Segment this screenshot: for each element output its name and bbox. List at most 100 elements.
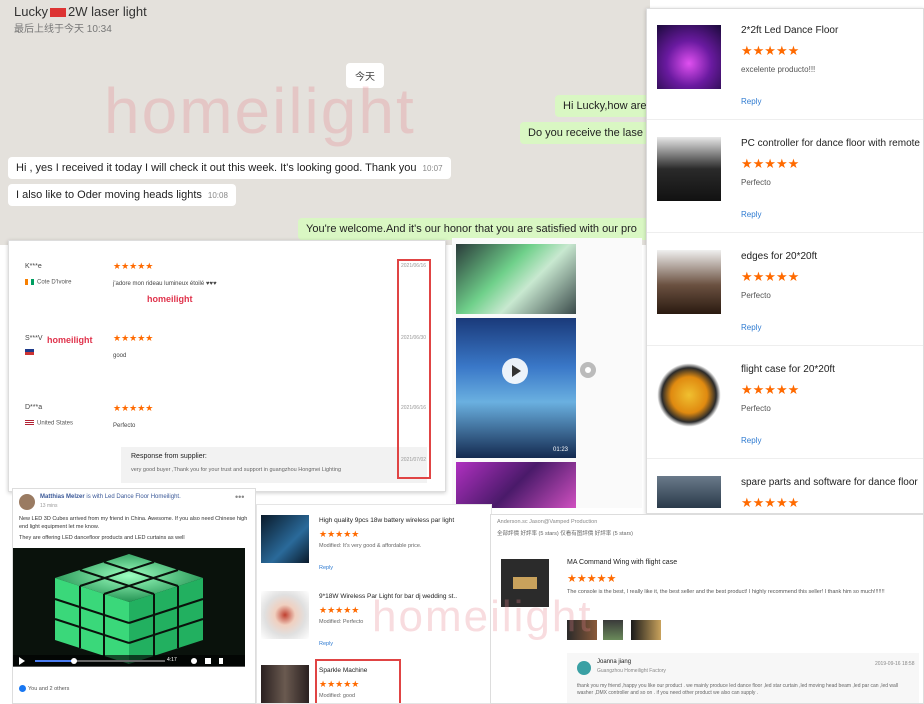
product-title[interactable]: edges for 20*20ft (741, 251, 817, 262)
venue-photo[interactable] (456, 244, 576, 314)
rating-stars: ★★★★★ (113, 333, 154, 343)
facebook-post: Matthias Melzer is with Led Dance Floor … (12, 488, 256, 704)
product-title[interactable]: 2*2ft Led Dance Floor (741, 25, 838, 36)
reviewer-name: S***V (25, 335, 43, 342)
play-icon[interactable] (19, 657, 25, 665)
seek-handle[interactable] (71, 658, 77, 664)
product-thumbnail[interactable] (657, 363, 721, 427)
chat-header[interactable]: Lucky 2W laser light 最后上线于今天 10:34 (0, 0, 650, 42)
reply-link[interactable]: Reply (741, 210, 761, 219)
message-bubble[interactable]: I also like to Oder moving heads lights 1… (8, 184, 236, 206)
rating-stars: ★★★★★ (113, 403, 154, 413)
divider (647, 119, 923, 120)
reviewer-country: United States (25, 420, 73, 427)
avatar[interactable] (19, 494, 35, 510)
flag-icon (25, 349, 34, 355)
product-title[interactable]: High quality 9pcs 18w battery wireless p… (319, 517, 454, 524)
message-text: You're welcome.And it's our honor that y… (306, 223, 637, 235)
product-title[interactable]: PC controller for dance floor with remot… (741, 138, 920, 149)
product-thumbnail[interactable] (657, 476, 721, 508)
highlight-box (315, 659, 401, 703)
reviewer-name: K***e (25, 263, 42, 270)
supplier-response-title: Response from supplier: (131, 453, 207, 460)
message-bubble[interactable]: Do you receive the lase (520, 122, 650, 144)
review-photo[interactable] (603, 620, 623, 640)
reply-link[interactable]: Reply (741, 97, 761, 106)
message-text: I also like to Oder moving heads lights (16, 189, 202, 201)
rating-stars: ★★★★★ (741, 156, 800, 171)
reply-link[interactable]: Reply (319, 565, 333, 571)
message-text: Do you receive the lase (528, 127, 643, 139)
review-text: good (113, 353, 127, 359)
watermark: homeilight (104, 75, 416, 147)
play-icon[interactable] (502, 358, 528, 384)
product-title[interactable]: spare parts and software for dance floor (741, 477, 918, 488)
rating-stars: ★★★★★ (741, 269, 800, 284)
video-controls: 4:17 (13, 655, 245, 667)
reply-link[interactable]: Reply (319, 641, 333, 647)
contact-name: Lucky (14, 4, 48, 19)
reply-link[interactable]: Reply (741, 436, 761, 445)
message-text: Hi , yes I received it today I will chec… (16, 162, 417, 174)
product-thumbnail[interactable] (261, 591, 309, 639)
chat-window: Lucky 2W laser light 最后上线于今天 10:34 今天 hom… (0, 0, 650, 245)
rating-stars: ★★★★★ (113, 261, 154, 271)
record-icon[interactable] (580, 362, 596, 378)
reviewer-country (25, 349, 37, 356)
buyer-reviews-card: K***e Cote D'Ivoire ★★★★★ j'adore mon ri… (8, 240, 446, 492)
country-name: United States (37, 420, 74, 427)
message-text: Hi Lucky,how are (563, 100, 647, 112)
installation-photos (452, 238, 642, 508)
product-title[interactable]: MA Command Wing with flight case (567, 559, 677, 566)
reply-text: thank you my friend ,happy you like our … (577, 683, 899, 696)
like-icon (19, 685, 26, 692)
reply-date: 2019-09-16 18:58 (875, 661, 915, 667)
product-review-list: 2*2ft Led Dance Floor ★★★★★ excelente pr… (646, 8, 924, 514)
avatar (577, 661, 591, 675)
review-text: Perfecto (741, 178, 771, 187)
post-video[interactable] (13, 548, 245, 666)
reactions[interactable]: You and 2 others (19, 685, 69, 692)
rating-stars: ★★★★★ (741, 43, 800, 58)
post-author[interactable]: Matthias Melzer is with Led Dance Floor … (40, 494, 181, 500)
message-bubble[interactable]: Hi Lucky,how are (555, 95, 650, 117)
video-progress-fill (35, 660, 74, 662)
flag-icon (25, 279, 34, 285)
review-photo[interactable] (631, 620, 661, 640)
post-time: 13 mins (40, 503, 58, 509)
last-seen: 最后上线于今天 10:34 (14, 24, 112, 35)
fullscreen-icon[interactable] (205, 658, 211, 664)
review-text: Perfecto (741, 291, 771, 300)
post-text: New LED 3D Cubes arrived from my friend … (19, 516, 248, 530)
volume-icon[interactable] (219, 658, 223, 664)
review-filter-tabs[interactable]: 全部評價 好評率 (5 stars) 仅看有图評價 好評率 (5 stars) (497, 529, 633, 537)
flag-icon (49, 8, 66, 18)
reply-link[interactable]: Reply (741, 323, 761, 332)
product-thumbnail[interactable] (261, 515, 309, 563)
video-duration: 01:23 (553, 447, 569, 453)
product-thumbnail[interactable] (657, 25, 721, 89)
video-time: 4:17 (167, 657, 177, 663)
divider (647, 232, 923, 233)
watermark: homeilight (372, 592, 593, 641)
product-thumbnail[interactable] (657, 137, 721, 201)
product-title[interactable]: flight case for 20*20ft (741, 364, 835, 375)
review-text: excelente producto!!! (741, 65, 816, 74)
author-suffix: is with Led Dance Floor Homeilight. (86, 494, 181, 500)
contact-suffix: 2W laser light (67, 4, 147, 19)
message-bubble[interactable]: Hi , yes I received it today I will chec… (8, 157, 451, 179)
video-thumbnail[interactable] (456, 318, 576, 458)
more-icon[interactable]: ••• (235, 492, 244, 502)
review-text: Perfecto (113, 423, 136, 429)
product-thumbnail[interactable] (261, 665, 309, 703)
video-progress[interactable] (35, 658, 165, 664)
settings-icon[interactable] (191, 658, 197, 664)
rating-stars: ★★★★★ (319, 605, 360, 615)
product-thumbnail[interactable] (657, 250, 721, 314)
message-bubble[interactable]: You're welcome.And it's our honor that y… (298, 218, 650, 240)
review-text: The console is the best, I really like i… (567, 589, 885, 595)
divider (647, 345, 923, 346)
rating-stars: ★★★★★ (741, 495, 800, 510)
venue-photo[interactable] (456, 462, 576, 508)
review-text: Modified: It's very good & affordable pr… (319, 543, 422, 549)
